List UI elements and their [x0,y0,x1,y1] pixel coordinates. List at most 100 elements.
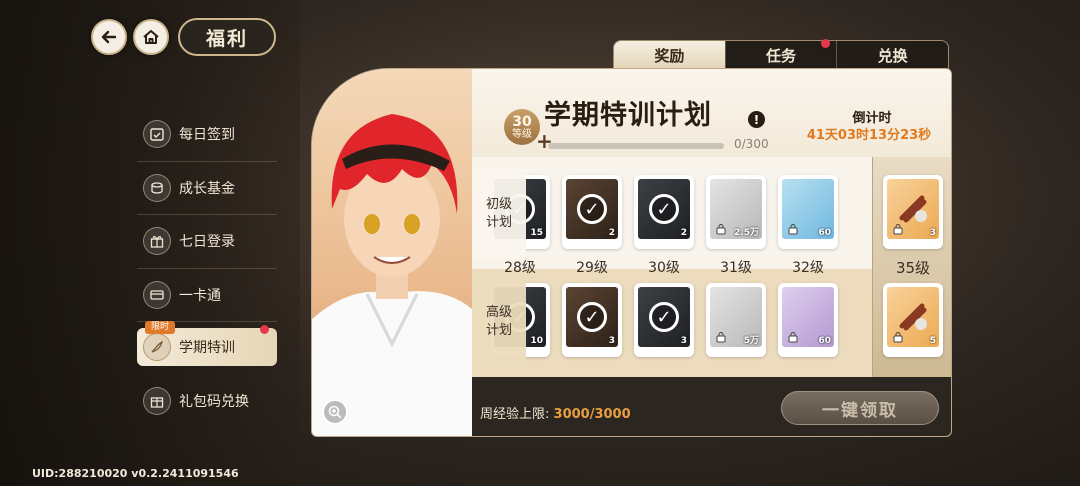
menu-item-daily-checkin[interactable]: 每日签到 [137,108,277,162]
reward-item[interactable]: 60 [778,283,838,357]
menu-item-one-card[interactable]: 一卡通 [137,269,277,322]
reward-item[interactable]: 3 [883,175,943,249]
reward-icon: ✓ 2 [638,179,690,239]
reward-icon: 2.5万 [710,179,762,239]
gift-code-icon [143,386,171,415]
notification-dot [821,39,831,48]
reward-item[interactable]: 2.5万 [706,175,766,249]
card-icon [143,280,171,309]
plan-panel: 30 等级 + 学期特训计划 ! 0/300 倒计时 41天03时13分23秒 … [311,68,952,437]
reward-qty: 2 [680,228,687,238]
level-label: 30级 [648,260,680,276]
lock-icon [788,224,798,235]
lock-icon [716,332,726,343]
plan-title: 学期特训计划 [544,100,712,131]
level-label: 29级 [576,260,608,276]
reward-icon: ✓ 3 [638,287,690,347]
side-menu: 每日签到 成长基金 七日登录 一卡通 限时 学期特训 礼包码兑换 [137,108,277,428]
gift-box-icon [143,227,171,256]
reward-track: 初级计划 高级计划 ✓15✓2✓22.5万60✓10✓3✓35万6028级29级… [472,157,872,377]
lock-icon [893,224,903,235]
level-label: 32级 [792,260,824,276]
lock-icon [893,332,903,343]
weekly-xp-label: 周经验上限: [480,407,550,422]
reward-qty: 3 [929,228,936,238]
reward-item[interactable]: ✓ 2 [562,175,622,249]
notification-dot [260,325,269,334]
tab-bar: 奖励 任务 兑换 [613,39,949,70]
menu-item-label: 学期特训 [179,340,235,356]
milestone-level-label: 35级 [895,259,931,277]
character-portrait [312,69,472,436]
zoom-button[interactable] [322,399,348,425]
menu-item-label: 礼包码兑换 [179,393,249,410]
back-button[interactable] [91,19,127,55]
countdown-timer: 41天03时13分23秒 [806,128,932,143]
reward-qty: 60 [818,228,831,238]
weekly-xp-value: 3000/3000 [553,407,631,422]
plan-footer: 周经验上限: 3000/3000 一键领取 [472,377,951,436]
reward-icon: 5万 [710,287,762,347]
reward-item[interactable]: 60 [778,175,838,249]
level-label: 31级 [720,260,752,276]
reward-item[interactable]: 5 [883,283,943,357]
menu-item-growth-fund[interactable]: 成长基金 [137,162,277,215]
claimed-check-icon: ✓ [649,302,679,332]
outfit-material-icon [899,303,927,331]
xp-progress-text: 0/300 [734,137,769,151]
level-label: 28级 [504,260,536,276]
menu-item-seven-day-login[interactable]: 七日登录 [137,215,277,269]
claim-all-button[interactable]: 一键领取 [781,391,939,425]
reward-qty: 2.5万 [734,228,759,238]
reward-item[interactable]: ✓ 3 [634,283,694,357]
tab-label: 奖励 [654,46,685,65]
reward-item[interactable]: 5万 [706,283,766,357]
reward-item[interactable]: ✓ 2 [634,175,694,249]
menu-item-label: 七日登录 [179,234,235,251]
tab-exchange[interactable]: 兑换 [836,41,948,69]
page-title: 福利 [178,18,276,56]
reward-icon: 60 [782,179,834,239]
basic-plan-label-text: 初级 计划 [485,197,512,230]
tab-label: 任务 [766,46,797,65]
menu-item-label: 一卡通 [179,287,221,304]
advanced-plan-label-text: 高级 计划 [485,305,512,338]
reward-qty: 15 [530,228,543,238]
lock-icon [716,224,726,235]
tab-tasks[interactable]: 任务 [724,39,837,69]
tab-rewards[interactable]: 奖励 [614,41,725,69]
reward-icon: ✓ 2 [566,179,618,239]
xp-progress-bar [548,143,724,149]
claimed-check-icon: ✓ [577,302,607,332]
quill-icon [143,333,171,361]
info-icon[interactable]: ! [748,111,765,128]
lock-icon [788,332,798,343]
tab-label: 兑换 [877,46,908,65]
level-badge: 30 等级 [504,109,540,145]
milestone-column: 3 35级 5 [872,157,951,379]
zoom-in-icon [328,405,342,419]
reward-qty: 3 [608,336,615,346]
home-button[interactable] [133,19,169,55]
arrow-left-icon [101,30,117,44]
reward-qty: 10 [530,336,543,346]
level-number: 30 [512,113,532,130]
advanced-plan-label: 高级 计划 [472,277,526,367]
menu-item-semester-training[interactable]: 限时 学期特训 [137,321,277,366]
reward-icon: 5 [887,287,939,347]
reward-qty: 5 [929,336,936,346]
reward-qty: 60 [818,336,831,346]
reward-icon: 60 [782,287,834,347]
reward-qty: 3 [680,336,687,346]
menu-item-label: 每日签到 [179,127,235,144]
level-label: 等级 [512,128,532,140]
outfit-material-icon [899,195,927,223]
buy-level-plus-icon[interactable]: + [536,129,553,153]
menu-item-gift-code[interactable]: 礼包码兑换 [137,374,277,428]
claimed-check-icon: ✓ [577,194,607,224]
character-illustration [312,114,472,436]
basic-plan-label: 初级 计划 [472,169,526,259]
menu-item-label: 成长基金 [179,180,235,197]
uid-version-label: UID:288210020 v0.2.2411091546 [32,467,239,480]
reward-item[interactable]: ✓ 3 [562,283,622,357]
